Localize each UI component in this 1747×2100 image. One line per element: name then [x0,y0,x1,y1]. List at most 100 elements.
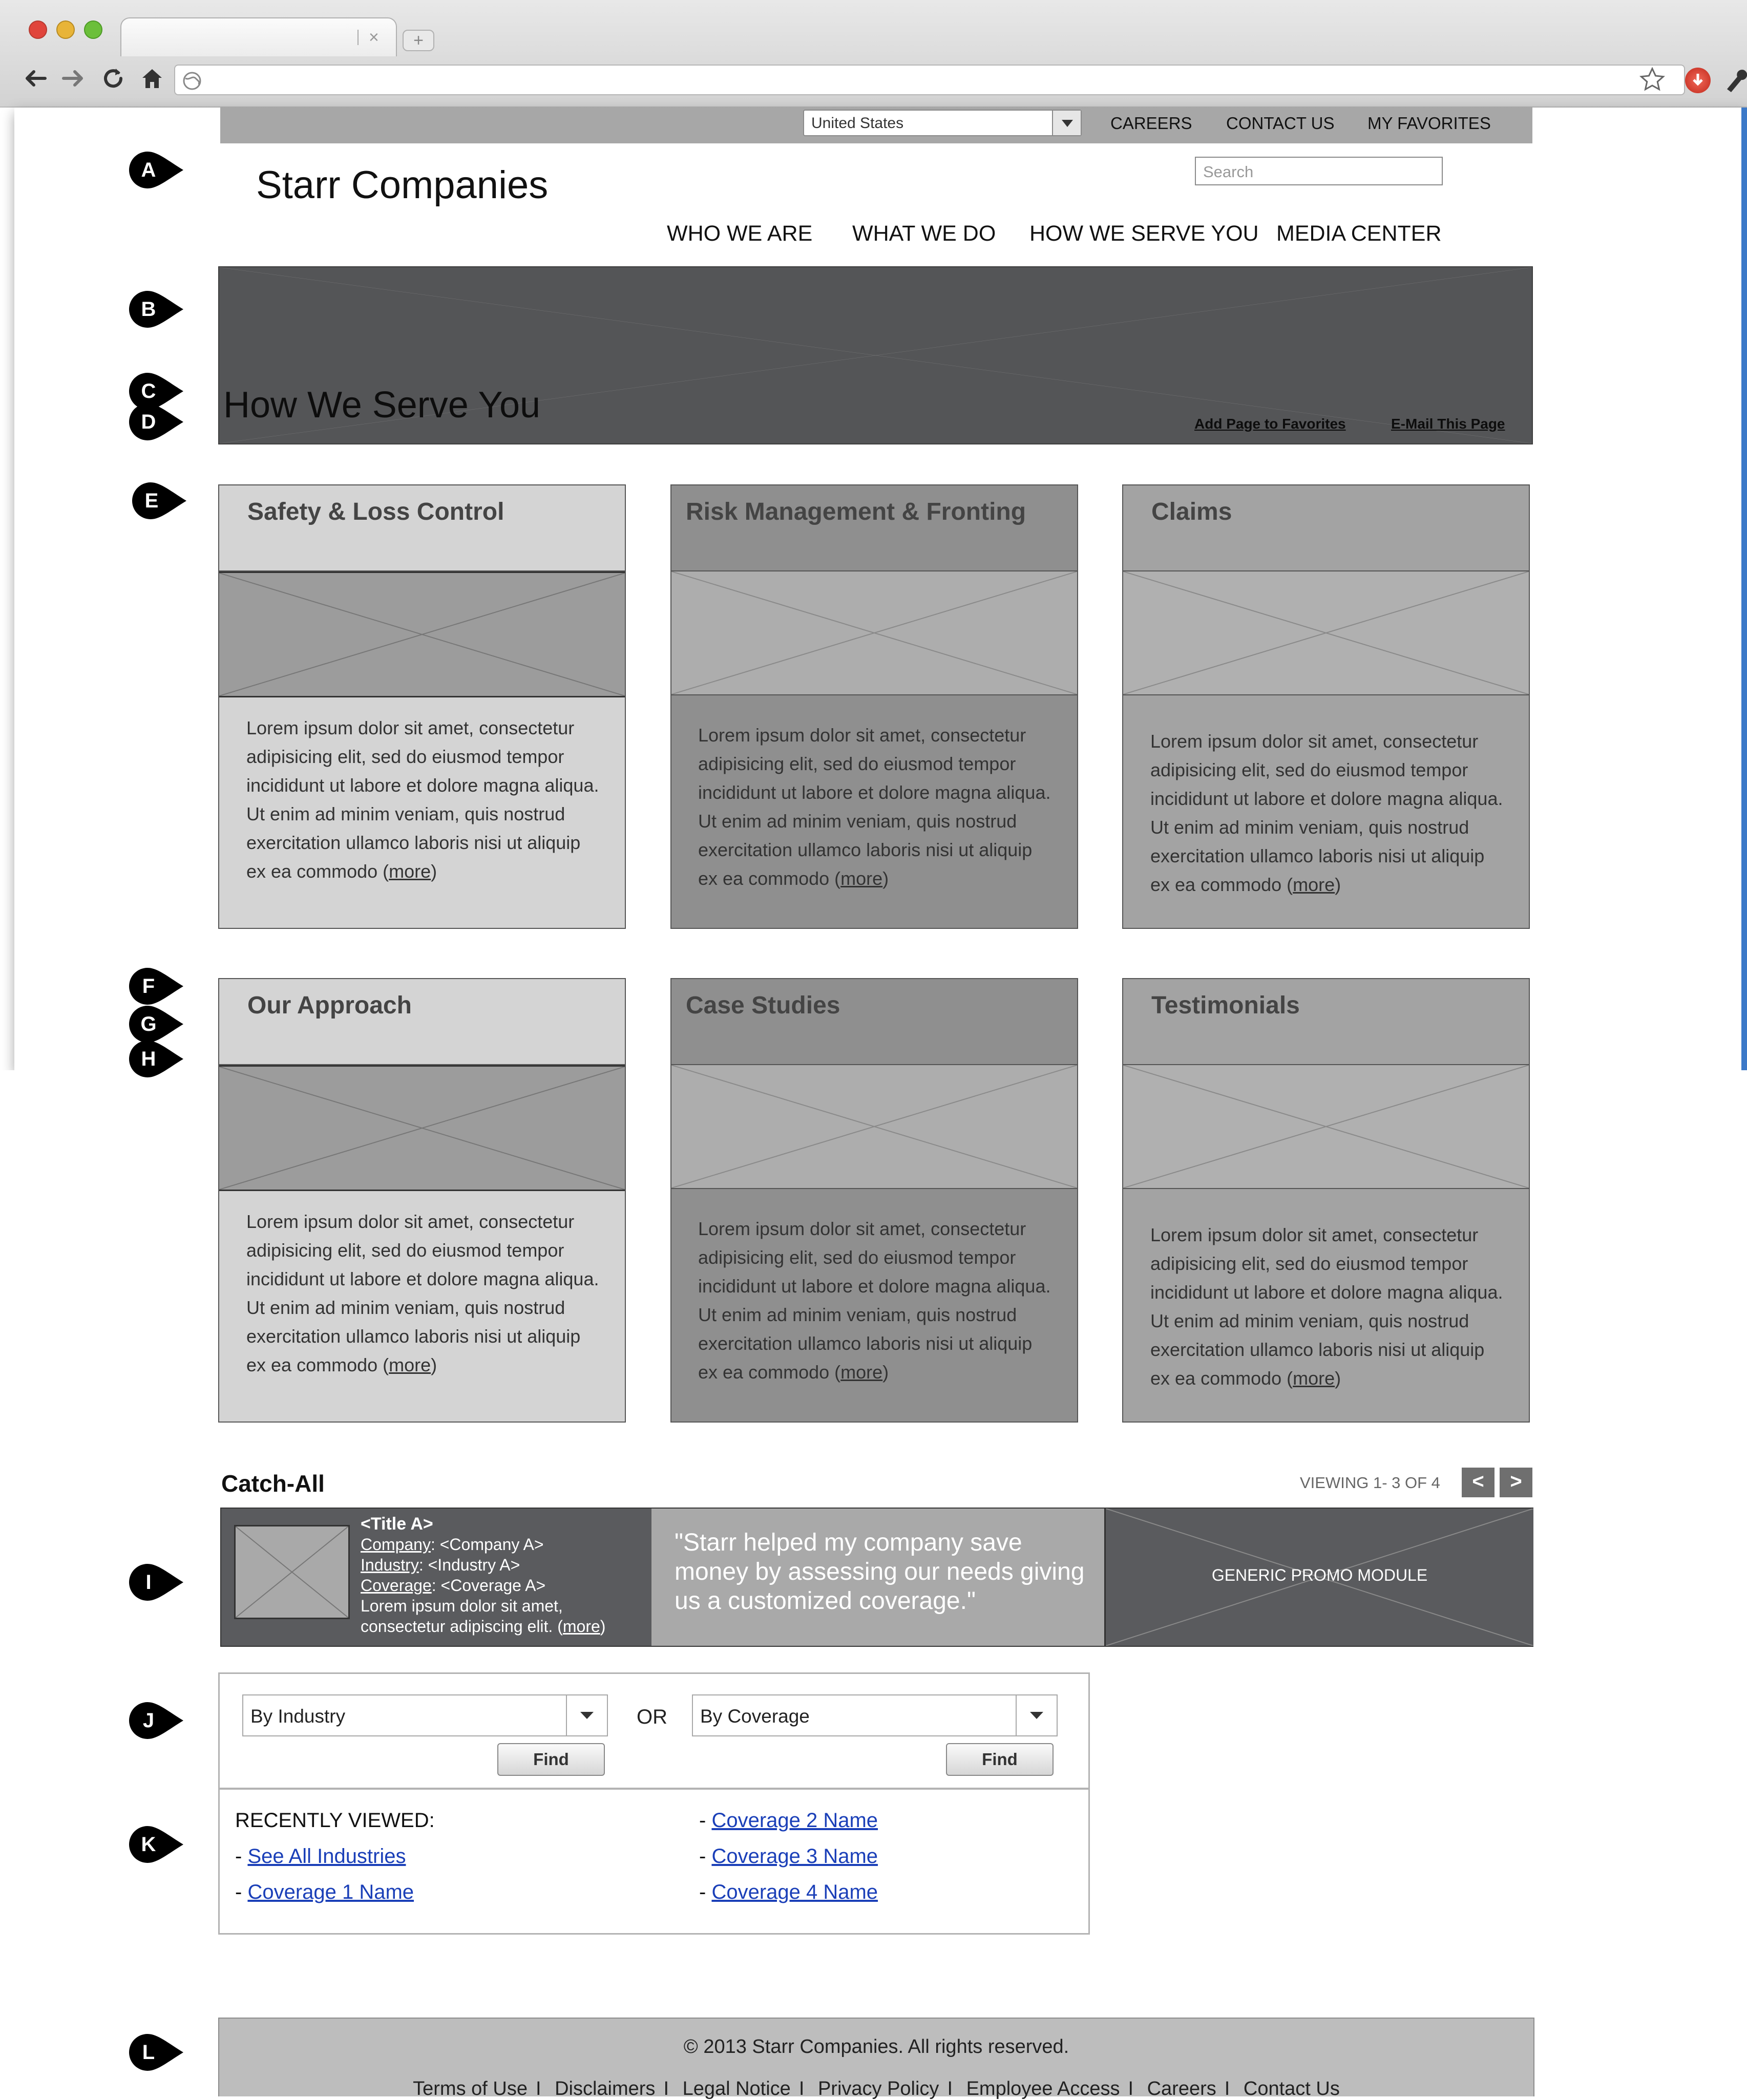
contact-us-link[interactable]: CONTACT US [1226,114,1334,133]
nav-how-we-serve-you[interactable]: HOW WE SERVE YOU [1029,221,1259,246]
card-title[interactable]: Risk Management & Fronting [686,498,1026,526]
footer-links: Terms of Use I Disclaimers I Legal Notice I… [413,2078,1340,2099]
callout-b: B [128,290,184,329]
back-arrow-icon[interactable] [23,66,48,97]
coverage-3-link[interactable]: Coverage 3 Name [711,1845,878,1868]
card-title[interactable]: Claims [1151,498,1232,526]
recent-link-item: - See All Industries [235,1845,406,1868]
copyright-text: © 2013 Starr Companies. All rights reser… [683,2036,1069,2057]
extension-red-icon[interactable] [1685,68,1711,93]
search-placeholder: Search [1203,163,1254,181]
thumbnail-placeholder [234,1525,350,1619]
coverage-1-link[interactable]: Coverage 1 Name [247,1881,414,1903]
next-page-button[interactable]: > [1500,1468,1532,1497]
more-link[interactable]: more [840,868,882,889]
card-safety-loss-control: Safety & Loss Control Lorem ipsum dolor … [218,484,626,929]
card-image-placeholder [1123,571,1529,695]
callout-g: G [128,1005,184,1044]
recently-viewed-label: RECENTLY VIEWED: [235,1809,435,1832]
find-by-industry-button[interactable]: Find [497,1743,605,1776]
chevron-down-icon[interactable] [566,1695,607,1735]
card-image-placeholder [219,571,625,697]
card-title[interactable]: Our Approach [247,991,412,1020]
item-title[interactable]: <Title A> [361,1514,433,1534]
nav-media-center[interactable]: MEDIA CENTER [1276,221,1442,246]
my-favorites-link[interactable]: MY FAVORITES [1367,114,1491,133]
promo-module[interactable]: GENERIC PROMO MODULE [1104,1509,1533,1646]
tab-close-icon[interactable]: × [369,28,379,48]
callout-h: H [128,1040,184,1078]
card-description: Lorem ipsum dolor sit amet, consectetur … [246,717,599,882]
callout-i: I [128,1563,184,1602]
close-window-icon[interactable] [29,20,47,39]
item-body-line-2: consectetur adipiscing elit. (more) [361,1617,606,1636]
coverage-2-link[interactable]: Coverage 2 Name [711,1809,878,1832]
window-edge-bar [1741,108,1747,1070]
card-description: Lorem ipsum dolor sit amet, consectetur … [1150,731,1503,895]
home-icon[interactable] [139,66,165,97]
more-link[interactable]: more [563,1617,600,1636]
card-title[interactable]: Case Studies [686,991,840,1020]
card-title[interactable]: Safety & Loss Control [247,498,504,526]
card-image-placeholder [219,1065,625,1191]
card-image-placeholder [671,571,1077,695]
card-title[interactable]: Testimonials [1151,991,1300,1020]
address-bar[interactable] [174,65,1685,95]
case-study-module: <Title A> Company: <Company A> Industry:… [221,1509,651,1646]
more-link[interactable]: more [389,1354,431,1375]
item-industry: Industry: <Industry A> [361,1556,520,1574]
wrench-icon[interactable] [1722,66,1747,94]
search-input[interactable]: Search [1195,157,1443,185]
industry-select[interactable]: By Industry [242,1694,608,1736]
card-testimonials: Testimonials Lorem ipsum dolor sit amet,… [1122,978,1530,1423]
browser-chrome: × + [0,0,1747,108]
callout-j: J [128,1701,184,1740]
tab-divider [357,30,359,45]
site-logo[interactable]: Starr Companies [256,163,548,207]
page-title: How We Serve You [223,385,541,426]
recent-link-item: - Coverage 4 Name [699,1881,878,1903]
browser-tab[interactable] [120,17,397,56]
careers-link[interactable]: CAREERS [1110,114,1192,133]
new-tab-button[interactable]: + [403,30,434,51]
callout-e: E [131,481,187,520]
find-by-coverage-button[interactable]: Find [946,1743,1054,1776]
item-company: Company: <Company A> [361,1535,544,1554]
callout-d: D [128,402,184,441]
more-link[interactable]: more [1293,874,1335,895]
more-link[interactable]: more [389,861,431,882]
promo-label: GENERIC PROMO MODULE [1211,1566,1428,1584]
bookmark-star-icon[interactable] [1639,67,1666,93]
industry-select-value: By Industry [250,1706,346,1727]
card-our-approach: Our Approach Lorem ipsum dolor sit amet,… [218,978,626,1423]
prev-page-button[interactable]: < [1462,1468,1495,1497]
item-coverage: Coverage: <Coverage A> [361,1576,546,1595]
more-link[interactable]: more [840,1362,882,1383]
chevron-down-icon[interactable] [1052,111,1081,135]
card-image-placeholder [1123,1065,1529,1189]
zoom-window-icon[interactable] [84,20,102,39]
coverage-select-value: By Coverage [700,1706,810,1727]
nav-what-we-do[interactable]: WHAT WE DO [852,221,996,246]
callout-l: L [128,2033,184,2072]
minimize-window-icon[interactable] [56,20,75,39]
nav-who-we-are[interactable]: WHO WE ARE [667,221,812,246]
globe-icon [183,72,201,90]
forward-arrow-icon[interactable] [60,66,86,97]
chevron-down-icon[interactable] [1016,1695,1057,1735]
see-all-industries-link[interactable]: See All Industries [247,1845,406,1868]
email-page-link[interactable]: E-Mail This Page [1391,416,1505,432]
item-body-line-1: Lorem ipsum dolor sit amet, [361,1597,563,1615]
card-description: Lorem ipsum dolor sit amet, consectetur … [698,1218,1051,1383]
callout-a: A [128,151,184,189]
catch-all-title: Catch-All [221,1470,325,1497]
card-description: Lorem ipsum dolor sit amet, consectetur … [1150,1224,1503,1389]
coverage-4-link[interactable]: Coverage 4 Name [711,1881,878,1903]
coverage-select[interactable]: By Coverage [692,1694,1058,1736]
card-description: Lorem ipsum dolor sit amet, consectetur … [246,1211,599,1375]
add-to-favorites-link[interactable]: Add Page to Favorites [1194,416,1346,432]
country-select-value: United States [811,115,904,132]
country-select[interactable]: United States [803,110,1082,136]
more-link[interactable]: more [1293,1368,1335,1389]
reload-icon[interactable] [100,66,126,97]
